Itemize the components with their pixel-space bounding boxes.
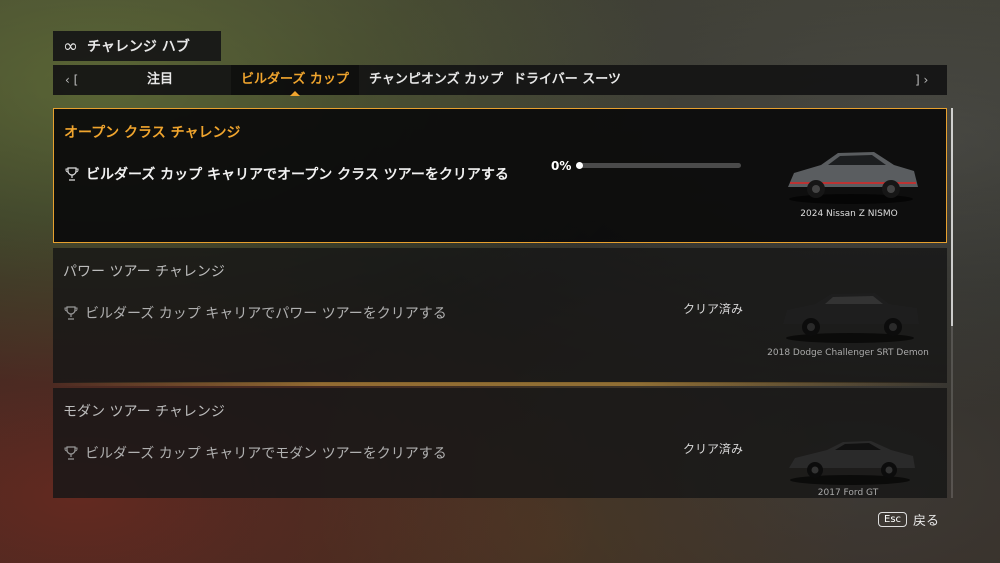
hub-title: チャレンジ ハブ (87, 39, 190, 55)
tab-bar: ‹ [ 注目 ビルダーズ カップ チャンピオンズ カップ ドライバー スーツ ]… (53, 65, 947, 96)
tab-builders-cup[interactable]: ビルダーズ カップ (231, 65, 359, 96)
challenge-list: オープン クラス チャレンジ ビルダーズ カップ キャリアでオープン クラス ツ… (53, 108, 947, 498)
challenge-title: パワー ツアー チャレンジ (63, 264, 225, 280)
divider-glow (53, 382, 947, 386)
challenge-title: オープン クラス チャレンジ (64, 125, 241, 141)
trophy-icon (65, 167, 79, 181)
car-image (788, 152, 918, 204)
tab-next-icon[interactable]: ] › (915, 65, 928, 95)
hub-header: ∞ チャレンジ ハブ (53, 31, 221, 61)
progress-bar (576, 162, 741, 169)
trophy-icon (64, 446, 78, 460)
car-name: 2017 Ford GT (817, 488, 879, 498)
car-image (783, 293, 919, 343)
list-scrollbar[interactable] (951, 108, 953, 498)
challenge-card-open-class[interactable]: オープン クラス チャレンジ ビルダーズ カップ キャリアでオープン クラス ツ… (53, 108, 947, 243)
back-label: 戻る (913, 514, 940, 529)
challenge-description: ビルダーズ カップ キャリアでオープン クラス ツアーをクリアする (64, 164, 509, 184)
challenge-card-modern-tour[interactable]: モダン ツアー チャレンジ ビルダーズ カップ キャリアでモダン ツアーをクリア… (53, 388, 947, 498)
car-name: 2018 Dodge Challenger SRT Demon (767, 348, 929, 358)
infinity-icon: ∞ (63, 35, 78, 57)
challenge-description: ビルダーズ カップ キャリアでパワー ツアーをクリアする (63, 303, 447, 323)
challenge-description: ビルダーズ カップ キャリアでモダン ツアーをクリアする (63, 443, 447, 463)
trophy-icon (64, 306, 78, 320)
car-image (789, 441, 915, 485)
tab-prev-icon[interactable]: ‹ [ (65, 65, 78, 95)
challenge-description-text: ビルダーズ カップ キャリアでパワー ツアーをクリアする (85, 306, 447, 322)
back-button[interactable]: Esc 戻る (878, 510, 939, 529)
tab-champions-cup[interactable]: チャンピオンズ カップ (369, 65, 503, 95)
car-name: 2024 Nissan Z NISMO (800, 209, 898, 219)
challenge-card-power-tour[interactable]: パワー ツアー チャレンジ ビルダーズ カップ キャリアでパワー ツアーをクリア… (53, 248, 947, 383)
esc-key-icon: Esc (878, 512, 908, 527)
status-cleared: クリア済み (683, 302, 744, 316)
challenge-description-text: ビルダーズ カップ キャリアでオープン クラス ツアーをクリアする (86, 167, 509, 183)
tab-driver-suits[interactable]: ドライバー スーツ (513, 65, 621, 95)
challenge-title: モダン ツアー チャレンジ (63, 404, 225, 420)
status-cleared: クリア済み (683, 442, 744, 456)
challenge-description-text: ビルダーズ カップ キャリアでモダン ツアーをクリアする (85, 446, 447, 462)
progress-percent: 0% (551, 159, 572, 173)
tab-featured[interactable]: 注目 (147, 65, 173, 95)
